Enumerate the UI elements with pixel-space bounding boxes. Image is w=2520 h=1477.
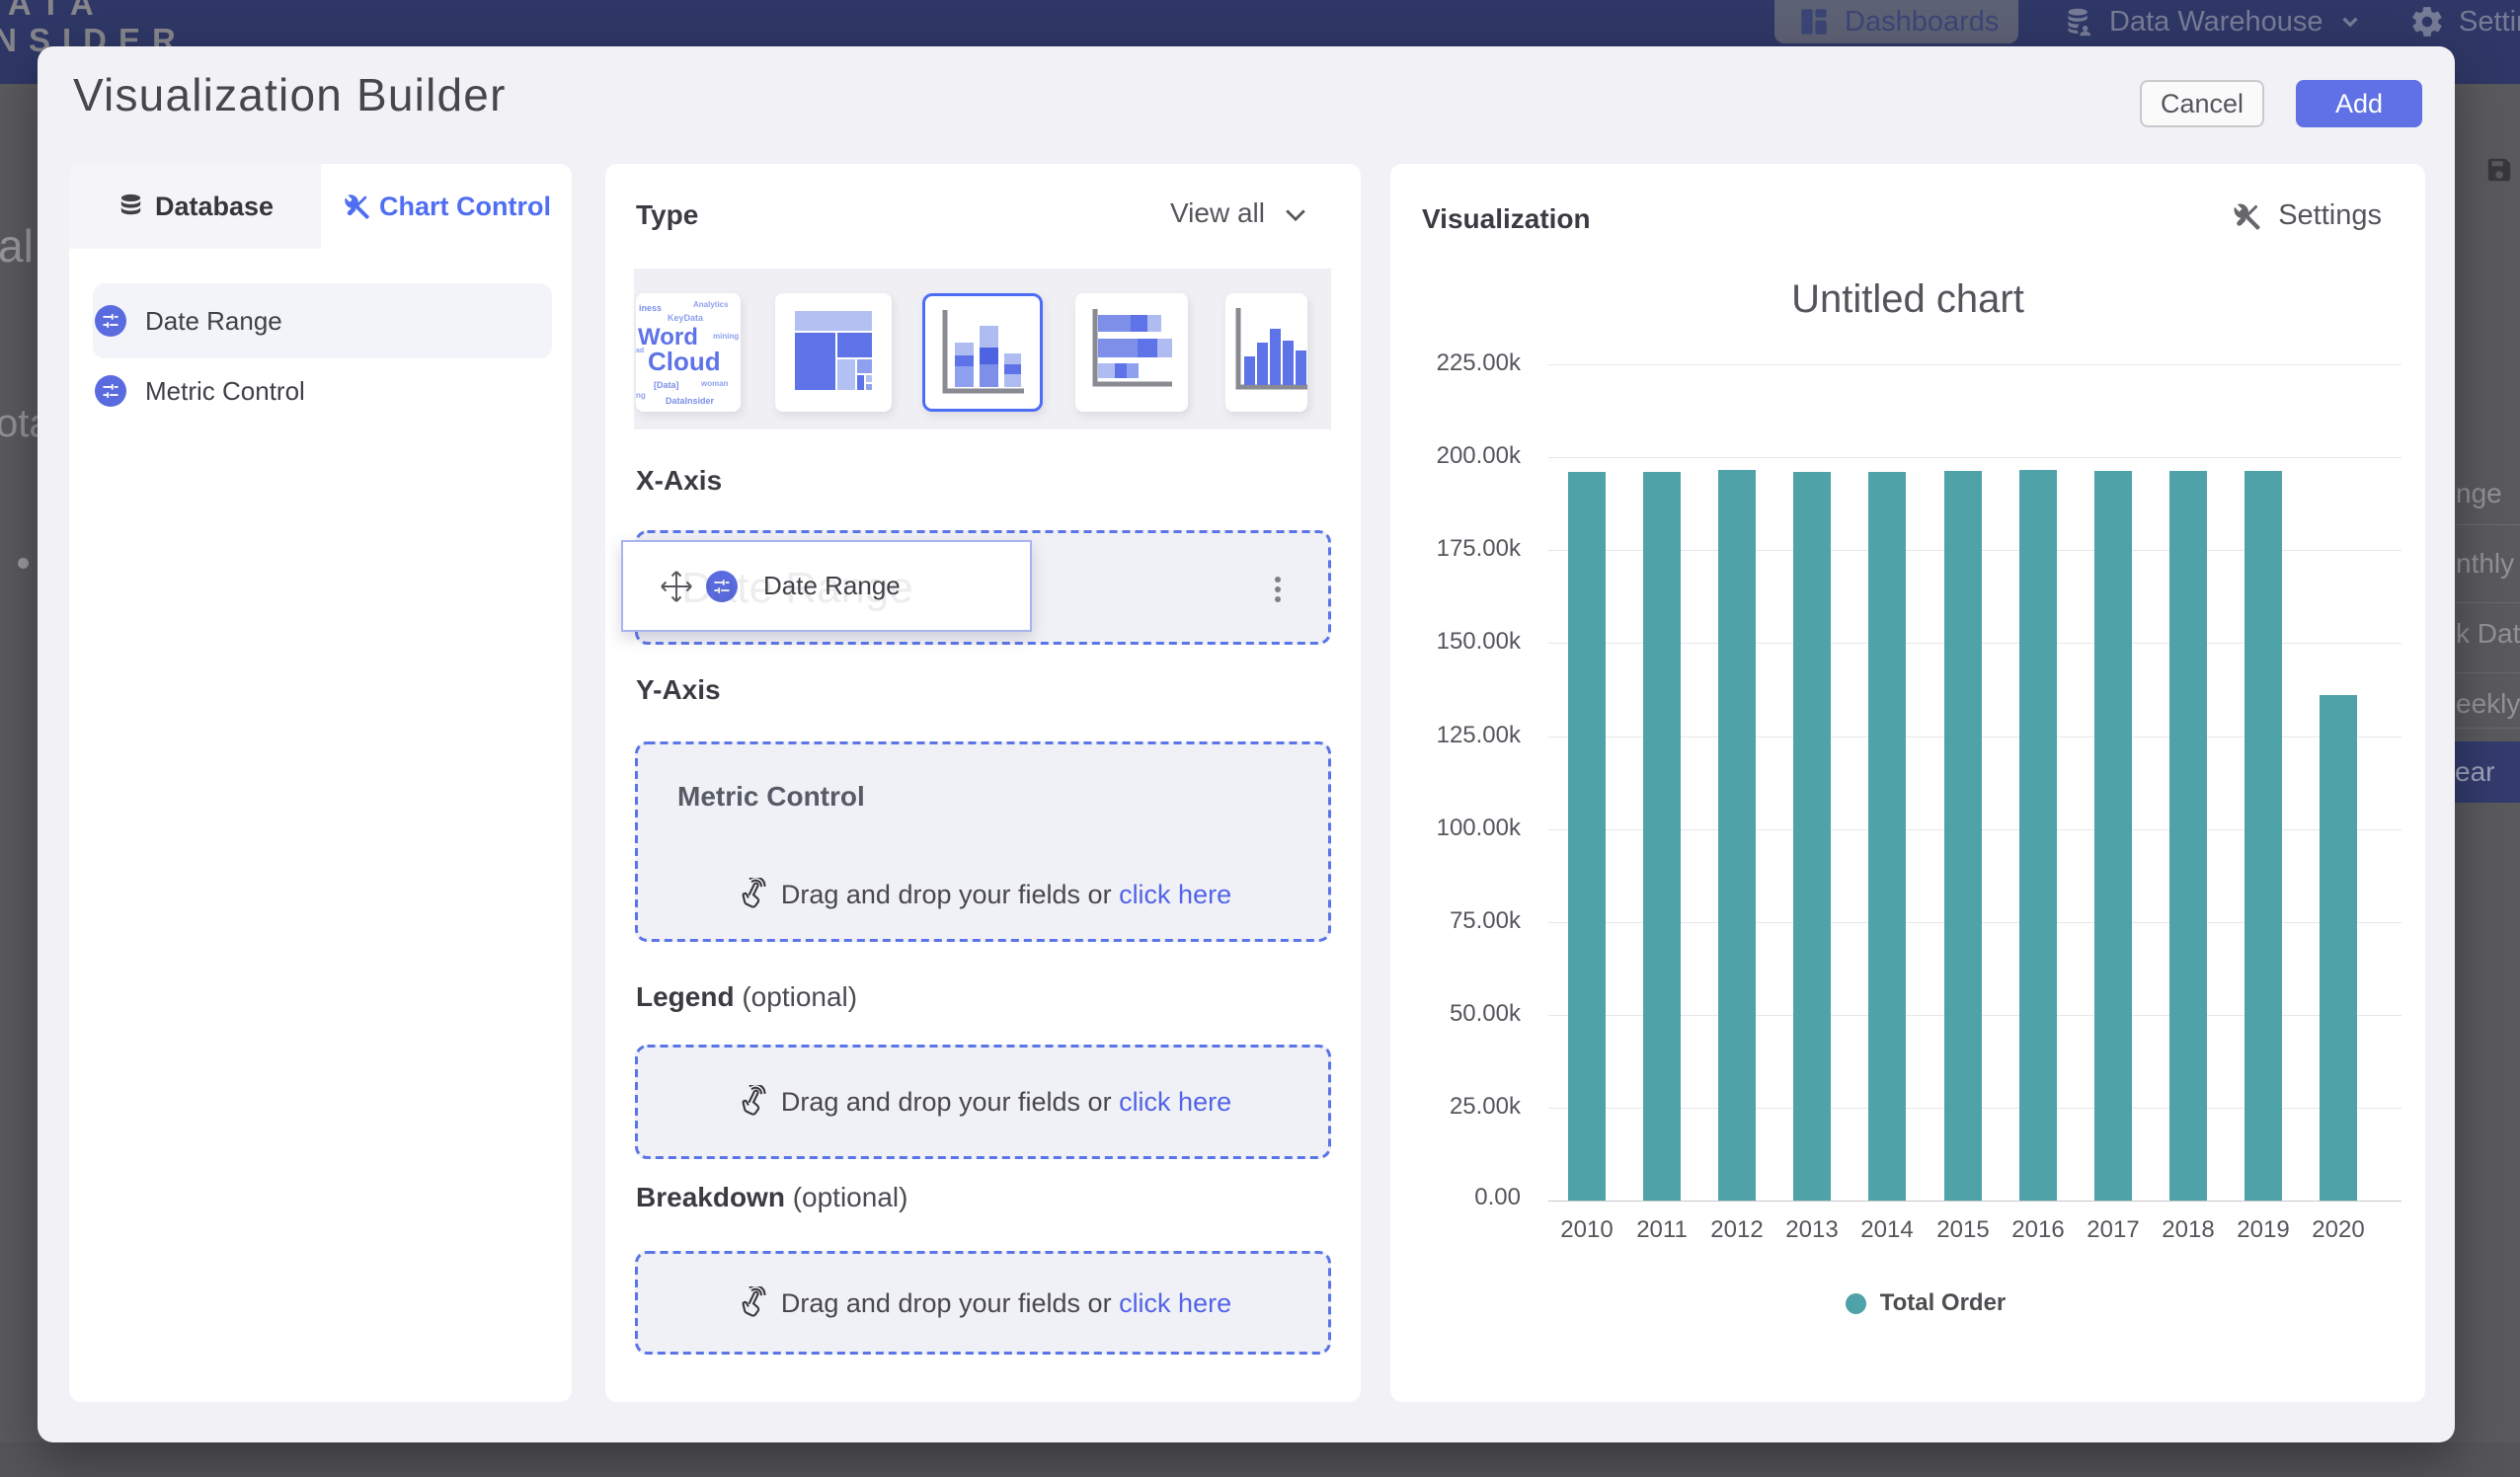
svg-text:ad: ad xyxy=(636,348,644,354)
svg-text:DataInsider: DataInsider xyxy=(666,396,715,406)
svg-text:Cloud: Cloud xyxy=(648,347,721,376)
svg-text:KeyData: KeyData xyxy=(668,313,704,323)
svg-text:Analytics: Analytics xyxy=(693,300,729,309)
svg-text:woman: woman xyxy=(700,379,729,388)
svg-text:mining: mining xyxy=(713,332,739,341)
svg-text:[Data]: [Data] xyxy=(654,380,679,390)
svg-text:ng: ng xyxy=(636,391,646,400)
svg-text:iness: iness xyxy=(639,303,662,313)
